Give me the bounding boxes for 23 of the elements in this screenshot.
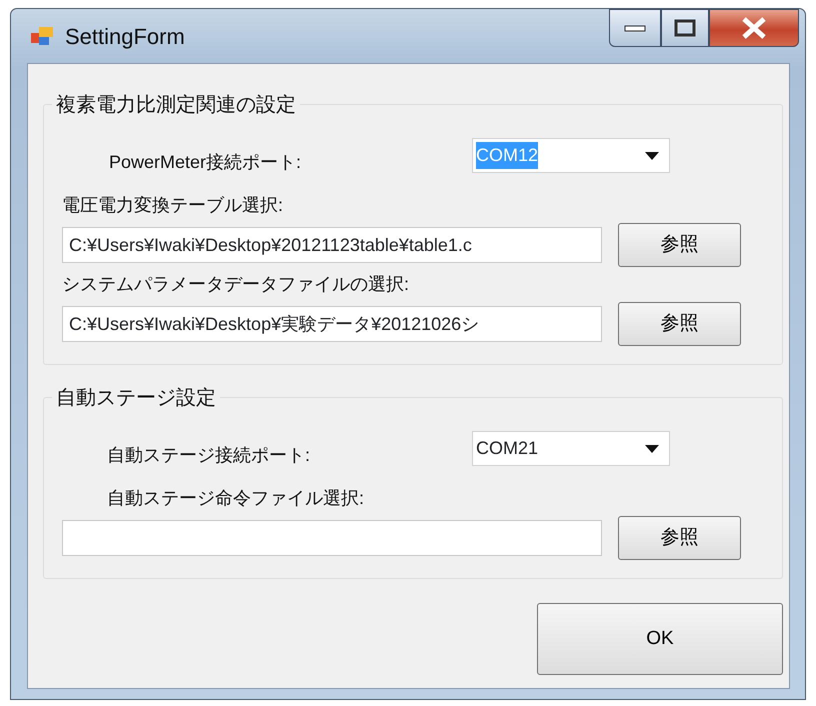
browse-button[interactable]: 参照 [618, 302, 741, 346]
path-field[interactable]: C:¥Users¥Iwaki¥Desktop¥20121123table¥table1.c [62, 227, 602, 263]
field-label: 自動ステージ接続ポート: [106, 444, 312, 467]
field-label: 自動ステージ命令ファイル選択: [106, 487, 366, 510]
ok-button[interactable]: OK [537, 603, 783, 675]
close-button[interactable] [709, 9, 799, 47]
browse-button[interactable]: 参照 [618, 223, 741, 267]
dropdown-arrow-icon [645, 152, 659, 160]
window-title: SettingForm [65, 22, 185, 51]
minimize-icon [624, 24, 646, 32]
maximize-button[interactable] [661, 9, 709, 47]
dropdown-arrow-icon [645, 444, 659, 452]
port-dropdown[interactable]: COM21 [472, 431, 670, 466]
field-label: 電圧電力変換テーブル選択: [62, 194, 284, 217]
field-label: システムパラメータデータファイルの選択: [62, 273, 410, 296]
path-field[interactable] [62, 520, 602, 556]
field-label: PowerMeter接続ポート: [108, 151, 302, 174]
app-icon [31, 25, 55, 47]
maximize-icon [674, 19, 696, 37]
close-icon [741, 17, 767, 39]
minimize-button[interactable] [609, 9, 661, 47]
browse-button[interactable]: 参照 [618, 516, 741, 560]
path-field[interactable]: C:¥Users¥Iwaki¥Desktop¥実験データ¥20121026シ [62, 306, 602, 342]
